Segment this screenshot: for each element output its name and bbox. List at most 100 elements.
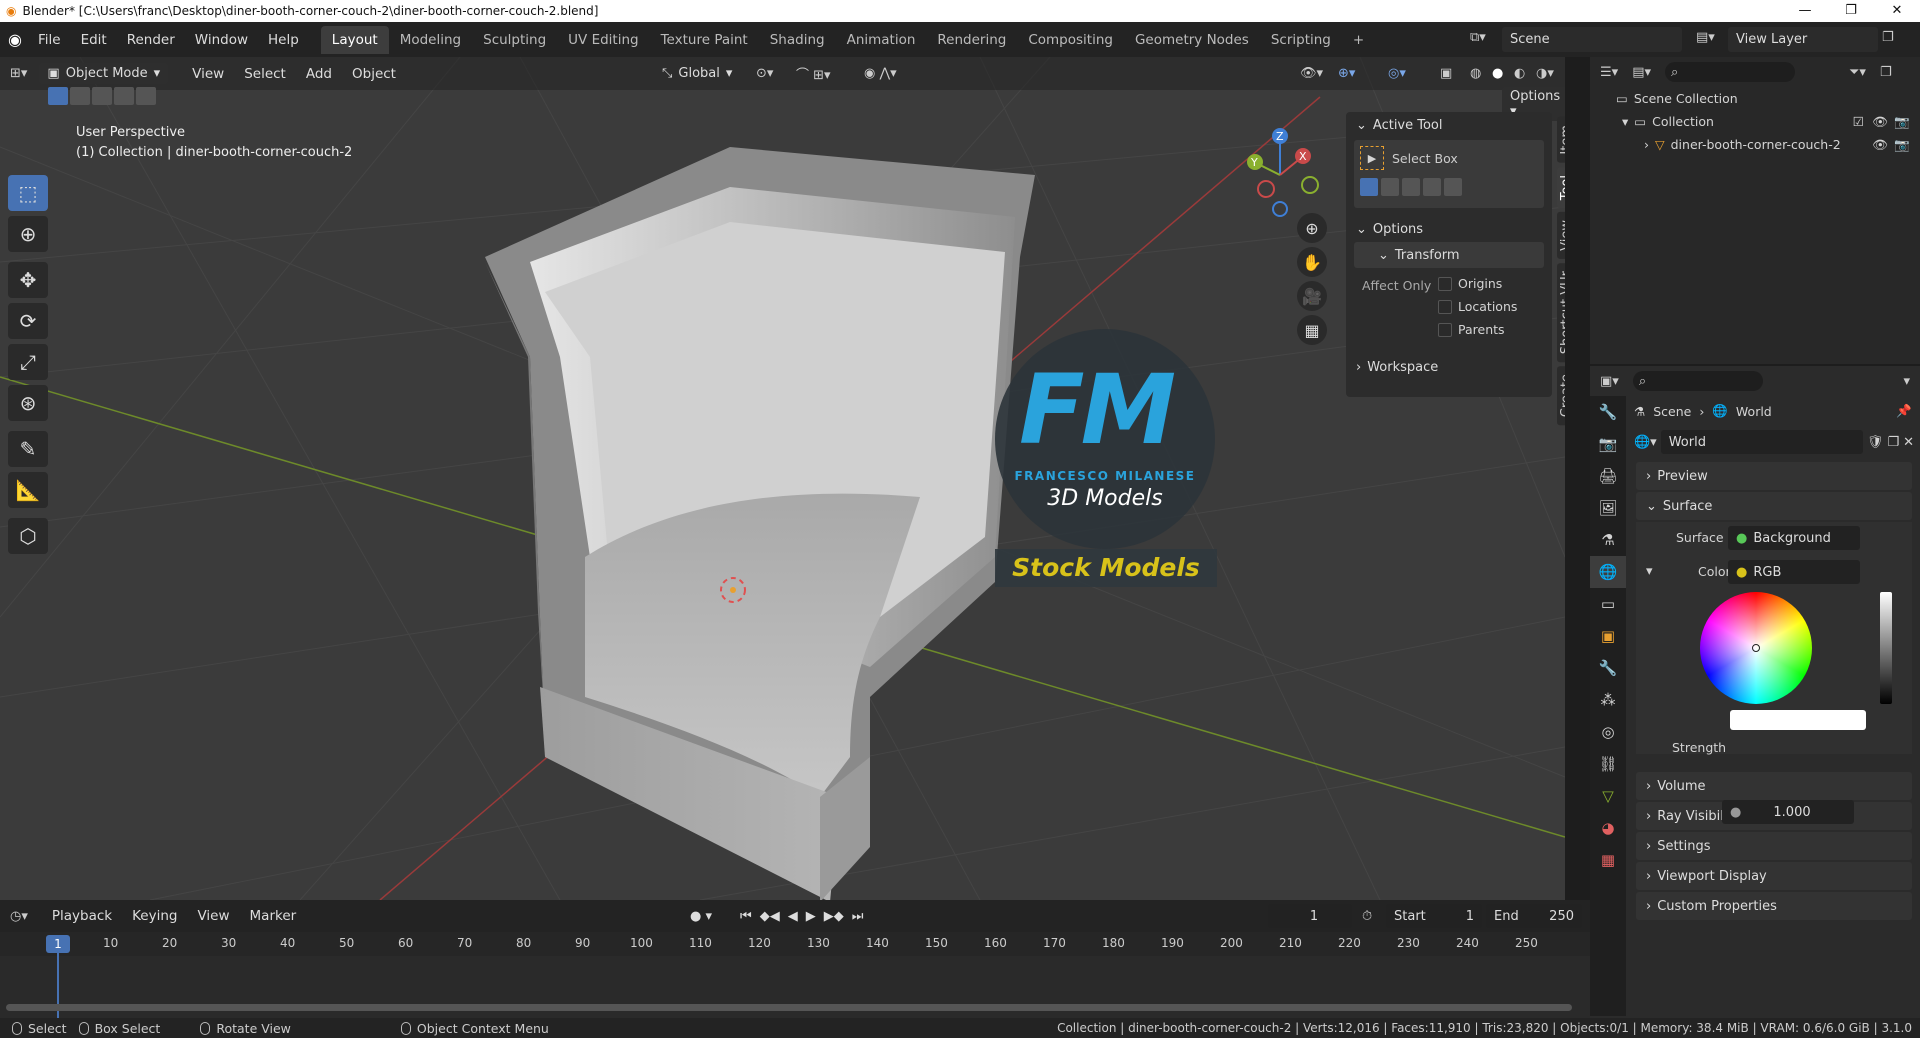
fake-user-icon[interactable]: 🛡 — [1867, 435, 1884, 450]
color-expand-icon[interactable]: ▾ — [1646, 564, 1653, 579]
eye-icon[interactable]: 👁 — [1872, 137, 1888, 153]
measure-tool[interactable]: 📐 — [8, 472, 48, 508]
object-tab-icon[interactable]: ▣ — [1590, 620, 1626, 652]
prev-keyframe-icon[interactable]: ◆◀ — [760, 909, 780, 924]
render-tab-icon[interactable]: 📷 — [1590, 428, 1626, 460]
tab-geometry-nodes[interactable]: Geometry Nodes — [1124, 26, 1260, 54]
editor-type-icon[interactable]: ⊞▾ — [10, 66, 27, 81]
gizmo-toggle-icon[interactable]: ⊕▾ — [1338, 66, 1355, 81]
tree-row-object[interactable]: › ▽ diner-booth-corner-couch-2 👁 📷 — [1590, 133, 1920, 156]
view-layer-icon[interactable]: ▤▾ — [1696, 30, 1715, 45]
color-input-field[interactable]: ● RGB — [1728, 560, 1860, 584]
surface-shader-field[interactable]: ● Background — [1728, 526, 1860, 550]
chevron-down-icon[interactable]: ▾ — [1622, 114, 1628, 129]
chevron-right-icon[interactable]: › — [1644, 137, 1649, 152]
select-box-icon[interactable]: ▶ — [1360, 146, 1384, 170]
viewport-menu-add[interactable]: Add — [296, 66, 342, 82]
solid-shading-icon[interactable]: ● — [1492, 66, 1503, 81]
select-extend-icon[interactable] — [70, 87, 90, 105]
camera-view-button[interactable]: 🎥 — [1297, 281, 1327, 311]
minimize-button[interactable]: — — [1782, 0, 1828, 22]
menu-help[interactable]: Help — [258, 32, 309, 48]
blender-menu-icon[interactable]: ◉ — [8, 30, 22, 49]
locations-checkbox[interactable]: Locations — [1438, 299, 1517, 314]
select-subtract-icon[interactable] — [92, 87, 112, 105]
zoom-view-button[interactable]: ⊕ — [1297, 213, 1327, 243]
tab-compositing[interactable]: Compositing — [1017, 26, 1124, 54]
mode-invert-icon[interactable] — [1423, 178, 1441, 196]
filter-icon[interactable]: ⏷▾ — [1849, 65, 1866, 80]
add-workspace-icon[interactable]: + — [1342, 26, 1375, 54]
add-cube-tool[interactable]: ⬡ — [8, 518, 48, 554]
new-collection-icon[interactable]: ❐ — [1880, 65, 1892, 80]
world-tab-icon[interactable]: 🌐 — [1590, 556, 1626, 588]
camera-icon[interactable]: 📷 — [1894, 137, 1910, 153]
workspace-header[interactable]: › Workspace — [1346, 354, 1552, 380]
tab-animation[interactable]: Animation — [836, 26, 927, 54]
parents-checkbox[interactable]: Parents — [1438, 322, 1505, 337]
close-button[interactable]: ✕ — [1874, 0, 1920, 22]
outliner-editor-icon[interactable]: ☰▾ — [1600, 65, 1618, 80]
tab-scripting[interactable]: Scripting — [1260, 26, 1342, 54]
tab-modeling[interactable]: Modeling — [389, 26, 472, 54]
exclude-checkbox-icon[interactable]: ☑ — [1853, 114, 1864, 129]
menu-render[interactable]: Render — [117, 32, 185, 48]
data-tab-icon[interactable]: ▽ — [1590, 780, 1626, 812]
record-button[interactable]: ● ▾ — [690, 909, 712, 924]
pivot-icon[interactable]: ⊙▾ — [756, 66, 773, 81]
timeline-editor-icon[interactable]: ◷▾ — [10, 909, 28, 924]
tab-shading[interactable]: Shading — [759, 26, 836, 54]
rendered-shading-icon[interactable]: ◑▾ — [1536, 66, 1554, 81]
section-custom-properties[interactable]: › Custom Properties — [1636, 892, 1912, 920]
play-reverse-icon[interactable]: ◀ — [788, 909, 798, 924]
3d-viewport[interactable]: ⊞▾ ▣ Object Mode ▾ View Select Add Objec… — [0, 57, 1565, 900]
section-preview[interactable]: › Preview — [1636, 462, 1912, 490]
color-swatch[interactable] — [1730, 710, 1866, 730]
mode-extend-icon[interactable] — [1381, 178, 1399, 196]
select-invert-icon[interactable] — [114, 87, 134, 105]
pin-icon[interactable]: 📌 — [1896, 403, 1912, 419]
cursor-tool[interactable]: ⊕ — [8, 216, 48, 252]
jump-end-icon[interactable]: ⏭ — [852, 909, 864, 924]
world-name-field[interactable]: World — [1660, 430, 1863, 454]
menu-file[interactable]: File — [28, 32, 71, 48]
end-frame-field[interactable]: End 250 — [1486, 904, 1582, 928]
tab-tool[interactable]: Tool — [1557, 166, 1565, 208]
properties-editor-icon[interactable]: ▣▾ — [1600, 374, 1619, 389]
tree-row-scene-collection[interactable]: ▭ Scene Collection — [1590, 87, 1920, 110]
particles-tab-icon[interactable]: ⁂ — [1590, 684, 1626, 716]
tab-rendering[interactable]: Rendering — [926, 26, 1017, 54]
tab-layout[interactable]: Layout — [320, 25, 389, 54]
select-intersect-icon[interactable] — [136, 87, 156, 105]
clock-icon[interactable]: ⏱ — [1362, 909, 1372, 924]
current-frame-field[interactable]: 1 — [1268, 904, 1352, 928]
origins-checkbox[interactable]: Origins — [1438, 276, 1502, 291]
mode-new-icon[interactable] — [1360, 178, 1378, 196]
collection-tab-icon[interactable]: ▭ — [1590, 588, 1626, 620]
overlay-toggle-icon[interactable]: ◎▾ — [1388, 66, 1406, 81]
output-tab-icon[interactable]: 🖨 — [1590, 460, 1626, 492]
menu-window[interactable]: Window — [185, 32, 258, 48]
viewport-menu-object[interactable]: Object — [342, 66, 406, 82]
physics-tab-icon[interactable]: ◎ — [1590, 716, 1626, 748]
tab-view[interactable]: View — [1557, 211, 1565, 259]
options-header[interactable]: ⌄ Options — [1346, 216, 1552, 242]
tree-row-collection[interactable]: ▾ ▭ Collection ☑ 👁 📷 — [1590, 110, 1920, 133]
modifier-tab-icon[interactable]: 🔧 — [1590, 652, 1626, 684]
play-icon[interactable]: ▶ — [806, 909, 816, 924]
start-frame-field[interactable]: Start 1 — [1386, 904, 1482, 928]
view-layer-selector[interactable]: View Layer — [1728, 27, 1878, 52]
select-new-icon[interactable] — [48, 87, 68, 105]
world-browse-icon[interactable]: 🌐▾ — [1634, 435, 1657, 450]
unlink-world-icon[interactable]: ✕ — [1903, 435, 1914, 450]
move-tool[interactable]: ✥ — [8, 262, 48, 298]
timeline-menu-keying[interactable]: Keying — [122, 908, 187, 924]
properties-search[interactable]: ⌕ — [1632, 371, 1763, 391]
timeline-scrollbar[interactable] — [6, 1004, 1572, 1011]
perspective-toggle-button[interactable]: ▦ — [1297, 315, 1327, 345]
color-picker-handle[interactable] — [1752, 644, 1760, 652]
mode-subtract-icon[interactable] — [1402, 178, 1420, 196]
viewport-menu-view[interactable]: View — [182, 66, 234, 82]
tab-item[interactable]: Item — [1557, 117, 1565, 163]
material-shading-icon[interactable]: ◐ — [1514, 66, 1525, 81]
